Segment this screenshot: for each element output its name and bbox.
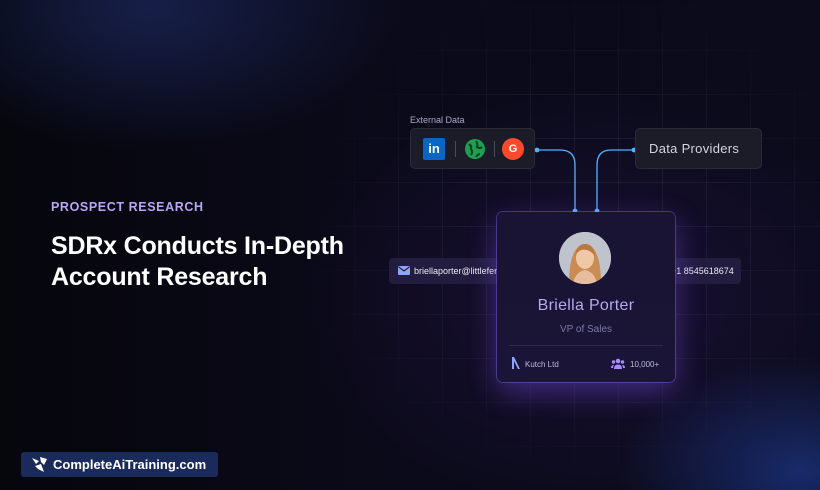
g2-icon: G bbox=[502, 138, 524, 160]
employee-count: 10,000+ bbox=[630, 360, 660, 369]
mail-icon bbox=[398, 266, 410, 275]
card-divider bbox=[509, 345, 663, 346]
external-data-label: External Data bbox=[410, 115, 465, 125]
people-icon bbox=[611, 358, 625, 369]
brand-label: CompleteAiTraining.com bbox=[53, 457, 207, 472]
company-logo-icon bbox=[512, 357, 520, 369]
external-data-box: in G bbox=[410, 128, 535, 169]
divider bbox=[455, 141, 456, 157]
divider bbox=[494, 141, 495, 157]
profile-card: Briella Porter VP of Sales Kutch Ltd 10,… bbox=[497, 212, 675, 382]
phone-number: +1 8545618674 bbox=[671, 266, 734, 276]
brand-logo-icon bbox=[32, 457, 47, 472]
data-providers-box: Data Providers bbox=[635, 128, 762, 169]
profile-name: Briella Porter bbox=[537, 297, 635, 314]
company-name: Kutch Ltd bbox=[525, 360, 559, 369]
avatar bbox=[559, 232, 611, 284]
brand-badge[interactable]: CompleteAiTraining.com bbox=[21, 452, 218, 477]
linkedin-icon: in bbox=[423, 138, 445, 160]
connector-lines bbox=[534, 147, 637, 214]
profile-title: VP of Sales bbox=[559, 324, 613, 335]
globe-icon bbox=[465, 139, 485, 159]
avatar-illustration bbox=[559, 232, 611, 284]
